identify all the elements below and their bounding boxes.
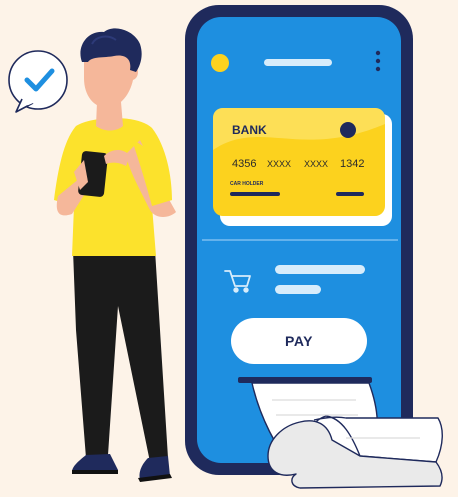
bank-card[interactable]: BANK 4356 XXXX XXXX 1342 CAR HOLDER xyxy=(213,108,392,226)
payment-illustration: BANK 4356 XXXX XXXX 1342 CAR HOLDER PAY xyxy=(0,0,458,497)
card-expiry-line xyxy=(336,192,364,196)
menu-dots-icon[interactable] xyxy=(375,50,381,72)
card-number-2: XXXX xyxy=(267,159,291,169)
card-chip xyxy=(340,122,356,138)
pay-button[interactable]: PAY xyxy=(231,318,367,364)
status-bar xyxy=(264,59,332,66)
card-holder-label: CAR HOLDER xyxy=(230,181,264,187)
card-number-3: XXXX xyxy=(304,159,328,169)
card-number-1: 4356 xyxy=(232,158,256,170)
camera-dot xyxy=(211,54,229,72)
item-name-bar xyxy=(275,265,365,274)
man-figure xyxy=(54,28,176,482)
card-bank-name: BANK xyxy=(232,123,267,137)
receipt-slot xyxy=(238,377,372,383)
pay-button-label: PAY xyxy=(285,333,313,349)
item-price-bar xyxy=(275,285,321,294)
card-number-4: 1342 xyxy=(340,158,364,170)
illustration-canvas: BANK 4356 XXXX XXXX 1342 CAR HOLDER PAY xyxy=(8,5,443,489)
check-bubble xyxy=(8,50,68,113)
card-holder-line xyxy=(230,192,280,196)
receipt xyxy=(251,382,443,489)
